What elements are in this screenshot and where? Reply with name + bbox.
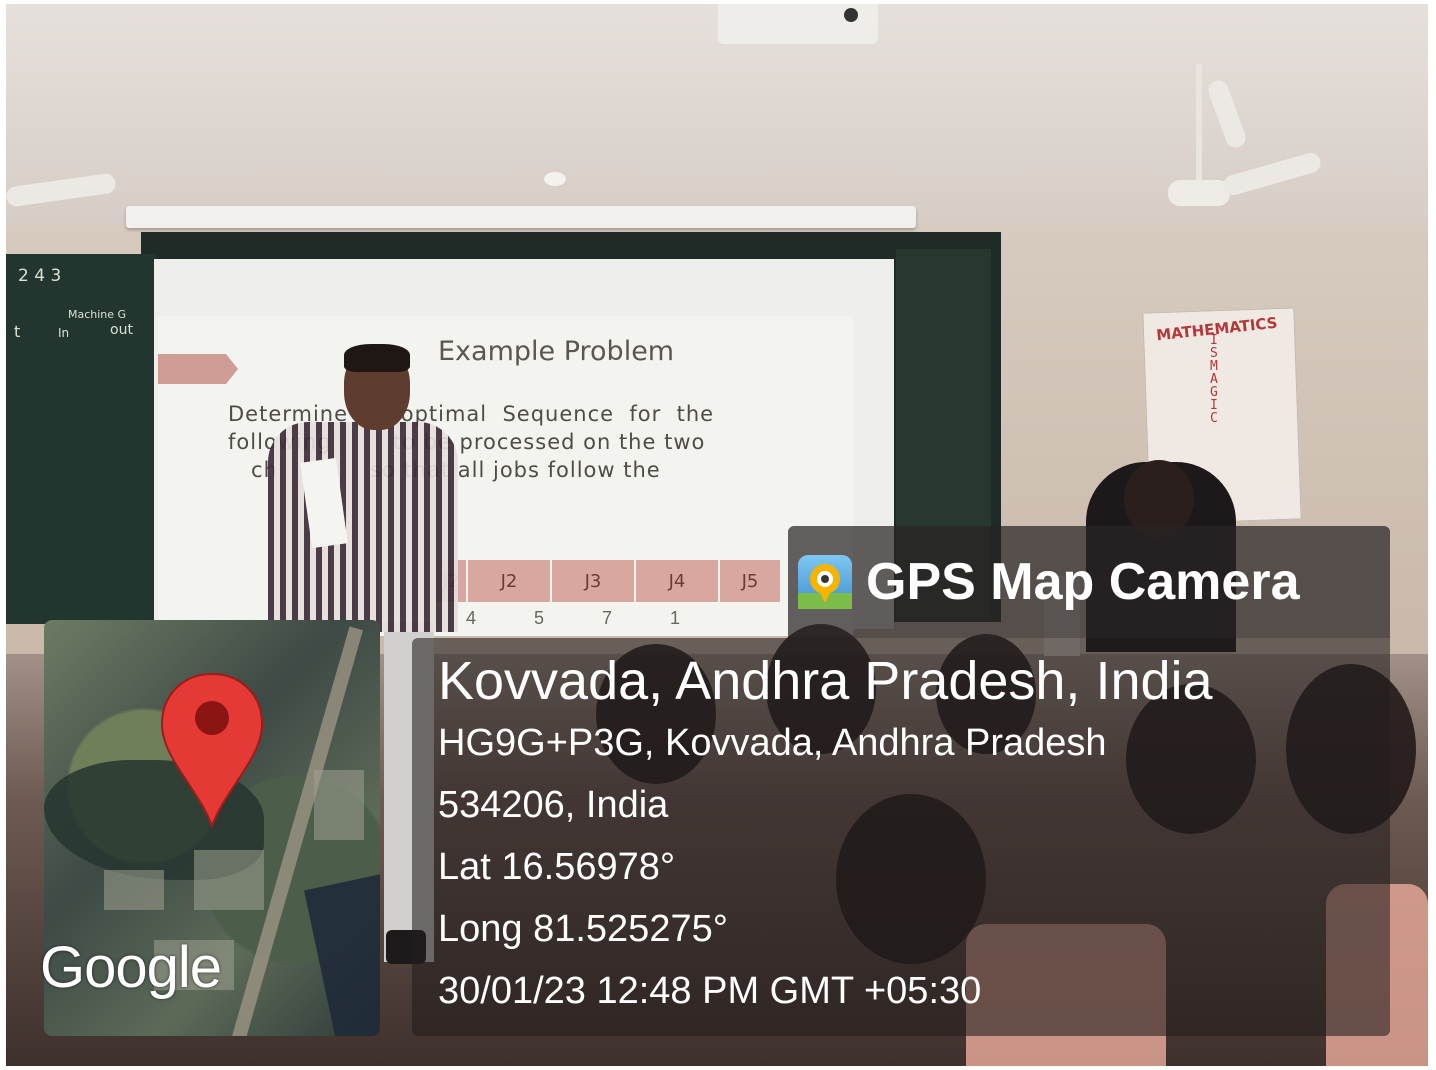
google-watermark: Google <box>40 935 222 1000</box>
badge-title: GPS Map Camera <box>866 553 1300 611</box>
latitude: Lat 16.56978° <box>438 846 676 888</box>
smoke-detector <box>544 172 566 186</box>
projector-screen-roller <box>126 206 916 228</box>
blackboard-number: 2 4 3 <box>18 266 62 286</box>
blackboard-col-label: In <box>58 326 70 340</box>
slide-table-cell: J5 <box>720 560 782 602</box>
gps-map-camera-badge: GPS Map Camera <box>788 526 1390 638</box>
poster-letter: C <box>1210 411 1218 426</box>
slide-title: Example Problem <box>438 336 675 367</box>
address-line: HG9G+P3G, Kovvada, Andhra Pradesh <box>438 722 1107 764</box>
slide-arrow-decoration <box>158 354 238 384</box>
poster-letters: I S M A G I C <box>1210 334 1224 425</box>
camera-app-icon <box>798 555 852 609</box>
teacher-hair <box>344 344 410 372</box>
blackboard-col-label: out <box>110 322 133 338</box>
teacher-checked-shirt <box>268 422 458 632</box>
projector-lens <box>844 8 858 22</box>
blackboard-header: Machine G <box>68 308 127 321</box>
slide-table-cell: J4 <box>636 560 720 602</box>
slide-table-cell: J3 <box>552 560 636 602</box>
longitude: Long 81.525275° <box>438 908 728 950</box>
address-line: 534206, India <box>438 784 669 826</box>
blackboard-col-label: t <box>14 322 21 341</box>
right-fan-rod <box>1196 64 1202 184</box>
right-fan-hub <box>1168 180 1230 206</box>
map-building <box>194 850 264 910</box>
place-name: Kovvada, Andhra Pradesh, India <box>438 651 1213 711</box>
timestamp: 30/01/23 12:48 PM GMT +05:30 <box>438 970 982 1012</box>
map-river <box>304 873 380 1036</box>
map-building <box>314 770 364 840</box>
map-building <box>104 870 164 910</box>
slide-table-header: J2 J2 J3 J4 J5 <box>436 560 782 602</box>
slide-table-cell: J2 <box>468 560 552 602</box>
location-pin-icon <box>158 670 266 830</box>
